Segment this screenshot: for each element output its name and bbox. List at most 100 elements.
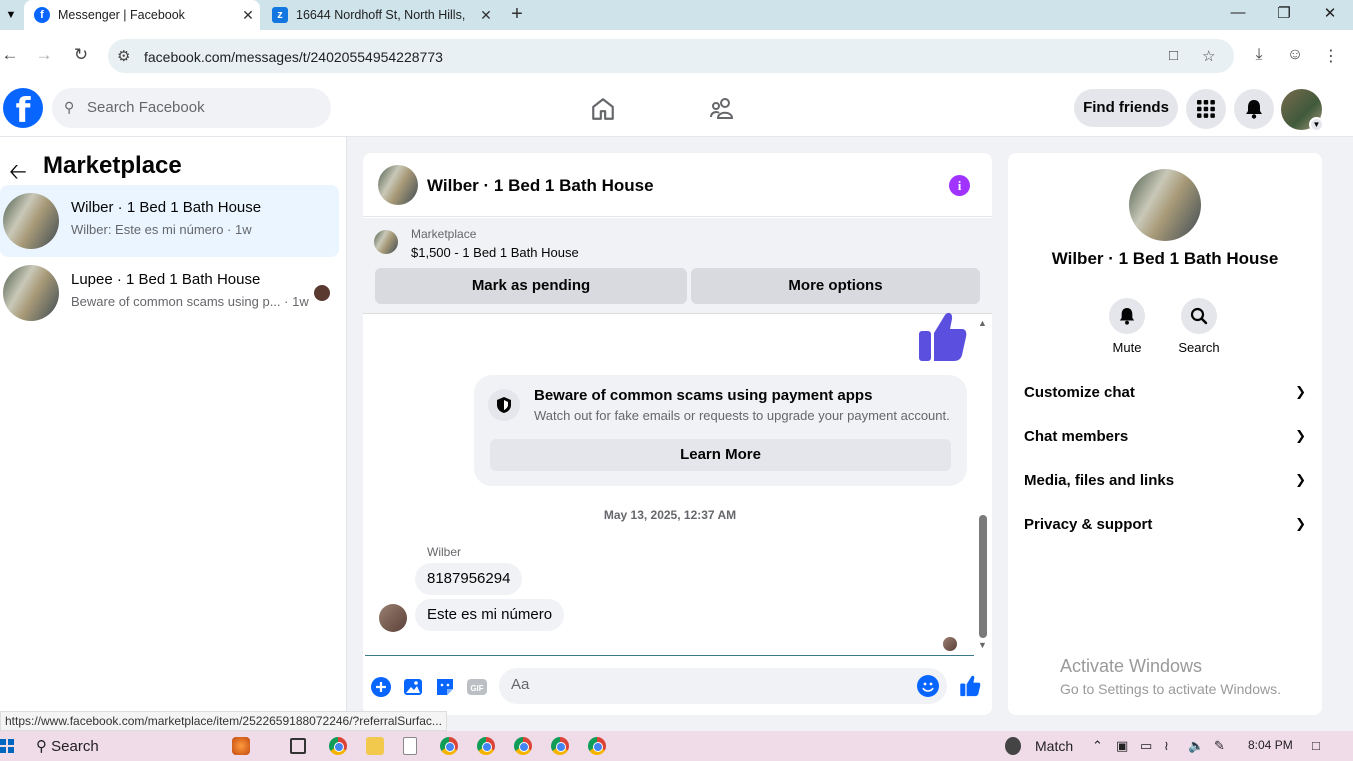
task-view-icon[interactable] — [290, 738, 306, 754]
send-like-icon[interactable] — [959, 675, 981, 697]
mute-label: Mute — [1112, 340, 1142, 355]
attach-media-button[interactable] — [402, 676, 424, 698]
learn-more-button[interactable]: Learn More — [490, 439, 951, 471]
notepad-icon[interactable] — [403, 737, 417, 755]
minimize-icon[interactable]: — — [1227, 4, 1249, 21]
close-window-icon[interactable]: ✕ — [1319, 4, 1341, 22]
mute-button[interactable]: Mute — [1097, 298, 1157, 355]
section-label: Customize chat — [1024, 384, 1135, 401]
new-tab-button[interactable]: + — [506, 3, 528, 25]
notifications-button[interactable] — [1234, 89, 1274, 129]
facebook-search[interactable]: ⚲ Search Facebook — [52, 88, 331, 128]
widget-label[interactable]: Match — [1035, 738, 1073, 754]
chat-avatar[interactable] — [378, 165, 418, 205]
chat-title[interactable]: Wilber · 1 Bed 1 Bath House — [427, 176, 654, 196]
message-input[interactable] — [511, 676, 911, 693]
chrome-icon[interactable] — [329, 737, 347, 755]
message-bubble[interactable]: 8187956294 — [415, 563, 523, 595]
menu-grid-button[interactable] — [1186, 89, 1226, 129]
message-bubble[interactable]: Este es mi número — [415, 599, 565, 631]
chrome-icon[interactable] — [440, 737, 458, 755]
back-icon[interactable]: ← — [0, 45, 20, 65]
watermark-subtitle: Go to Settings to activate Windows. — [1060, 681, 1281, 697]
restore-icon[interactable]: ❐ — [1273, 4, 1295, 22]
profile-icon[interactable]: ☺ — [1285, 46, 1305, 64]
forward-icon[interactable]: → — [34, 45, 54, 65]
chrome-icon[interactable] — [588, 737, 606, 755]
message-composer[interactable] — [499, 668, 947, 704]
profile-picture[interactable] — [1129, 169, 1201, 241]
chevron-down-icon: ❯ — [1295, 516, 1306, 531]
windows-start-icon[interactable] — [0, 739, 14, 753]
section-privacy-support[interactable]: Privacy & support ❯ — [1024, 516, 1306, 540]
home-icon[interactable] — [590, 96, 616, 122]
downloads-icon[interactable]: ⤓ — [1249, 46, 1269, 64]
svg-text:GIF: GIF — [470, 684, 483, 693]
facebook-favicon-icon: f — [34, 7, 50, 23]
battery-icon[interactable]: ▭ — [1140, 738, 1152, 754]
sender-name: Wilber — [427, 545, 462, 559]
tab-search-dropdown[interactable]: ▼ — [2, 6, 20, 24]
friends-icon[interactable] — [709, 96, 735, 122]
section-label: Chat members — [1024, 428, 1129, 445]
find-friends-button[interactable]: Find friends — [1074, 89, 1178, 127]
chrome-icon[interactable] — [477, 737, 495, 755]
show-hidden-icons-icon[interactable]: ⌃ — [1092, 738, 1103, 754]
chrome-icon[interactable] — [514, 737, 532, 755]
notifications-center-icon[interactable]: □ — [1312, 738, 1320, 753]
section-media-files-links[interactable]: Media, files and links ❯ — [1024, 472, 1306, 496]
scroll-down-icon[interactable]: ▼ — [978, 640, 987, 650]
chat-list-panel: 🡠 Marketplace Wilber · 1 Bed 1 Bath Hous… — [0, 137, 347, 731]
close-tab-icon[interactable]: ✕ — [236, 7, 260, 24]
conversation-item[interactable]: Lupee · 1 Bed 1 Bath House Beware of com… — [0, 257, 339, 329]
search-in-chat-button[interactable]: Search — [1169, 298, 1229, 355]
listing-title[interactable]: $1,500 - 1 Bed 1 Bath House — [411, 245, 579, 260]
reload-icon[interactable]: ↻ — [71, 45, 91, 65]
taskbar-search[interactable]: ⚲ Search — [36, 737, 99, 755]
pen-icon[interactable]: ✎ — [1214, 738, 1225, 754]
gif-button[interactable]: GIF — [466, 676, 488, 698]
image-icon — [404, 679, 422, 695]
volume-icon[interactable]: 🔈 — [1188, 738, 1204, 754]
emoji-icon[interactable] — [917, 675, 939, 697]
conversation-name: Wilber · 1 Bed 1 Bath House — [1051, 249, 1279, 268]
scroll-up-icon[interactable]: ▲ — [978, 318, 987, 328]
tab-zillow[interactable]: z 16644 Nordhoff St, North Hills, ✕ — [262, 0, 498, 30]
sticker-button[interactable] — [434, 676, 456, 698]
address-bar[interactable]: ⚙ facebook.com/messages/t/24020554954228… — [108, 39, 1234, 73]
chat-panel: Wilber · 1 Bed 1 Bath House i Marketplac… — [363, 153, 992, 715]
file-explorer-icon[interactable] — [366, 737, 384, 755]
browser-menu-icon[interactable]: ⋮ — [1321, 46, 1341, 66]
browser-toolbar: ← → ↻ ⚙ facebook.com/messages/t/24020554… — [0, 30, 1353, 80]
url-text: facebook.com/messages/t/2402055495422877… — [144, 49, 443, 65]
sender-avatar[interactable] — [379, 604, 407, 632]
install-app-icon[interactable]: □ — [1169, 47, 1178, 64]
messages-scrollbar[interactable]: ▲ ▼ — [977, 318, 989, 650]
account-avatar[interactable]: ▼ — [1281, 89, 1324, 132]
search-icon: ⚲ — [64, 99, 75, 115]
wifi-icon[interactable]: ≀ — [1164, 738, 1169, 754]
more-actions-button[interactable] — [370, 676, 392, 698]
scrollbar-thumb[interactable] — [979, 515, 987, 638]
link-status-bar: https://www.facebook.com/marketplace/ite… — [0, 711, 447, 731]
listing-thumbnail — [3, 193, 59, 249]
conversation-item[interactable]: Wilber · 1 Bed 1 Bath House Wilber: Este… — [0, 185, 339, 257]
listing-thumbnail[interactable] — [374, 230, 398, 254]
camera-icon[interactable]: ▣ — [1116, 738, 1128, 754]
bookmark-star-icon[interactable]: ☆ — [1202, 47, 1215, 65]
mark-as-pending-button[interactable]: Mark as pending — [375, 268, 687, 304]
facebook-logo[interactable]: f — [3, 88, 43, 131]
close-tab-icon[interactable]: ✕ — [474, 7, 498, 24]
chrome-icon[interactable] — [551, 737, 569, 755]
info-icon[interactable]: i — [949, 175, 970, 196]
news-widget-icon[interactable] — [1005, 737, 1021, 755]
site-settings-icon[interactable]: ⚙ — [117, 47, 130, 65]
tab-messenger[interactable]: f Messenger | Facebook ✕ — [24, 0, 260, 30]
listing-bar: Marketplace $1,500 - 1 Bed 1 Bath House … — [363, 218, 992, 314]
autumn-widget-icon[interactable] — [232, 737, 250, 755]
more-options-button[interactable]: More options — [691, 268, 980, 304]
section-chat-members[interactable]: Chat members ❯ — [1024, 428, 1306, 452]
section-customize-chat[interactable]: Customize chat ❯ — [1024, 384, 1306, 408]
clock[interactable]: 8:04 PM — [1248, 738, 1293, 752]
bell-icon — [1109, 298, 1145, 334]
